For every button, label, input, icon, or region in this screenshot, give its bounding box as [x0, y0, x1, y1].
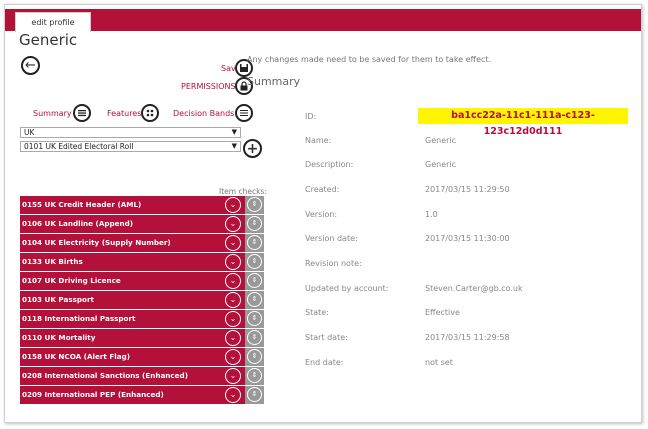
chevron-down-icon[interactable]: ⌄ — [225, 235, 241, 251]
item-check-label: 0208 International Sanctions (Enhanced) — [22, 371, 188, 380]
item-check-row: 0106 UK Landline (Append) ⌄ ⇕ — [20, 215, 264, 234]
item-check-row: 0208 International Sanctions (Enhanced) … — [20, 367, 264, 386]
nav-decision-bands-label[interactable]: Decision Bands — [173, 109, 234, 118]
dataset-select-value: 0101 UK Edited Electoral Roll — [24, 142, 134, 151]
menu-icon[interactable] — [235, 104, 253, 122]
detail-label-created: Created: — [305, 185, 340, 194]
item-check-row: 0158 UK NCOA (Alert Flag) ⌄ ⇕ — [20, 348, 264, 367]
move-button[interactable]: ⇕ — [245, 291, 264, 309]
detail-value-description: Generic — [425, 160, 457, 169]
chevron-down-icon[interactable]: ⌄ — [225, 387, 241, 403]
summary-heading: Summary — [247, 75, 301, 88]
move-button[interactable]: ⇕ — [245, 310, 264, 328]
chevron-down-icon[interactable]: ⌄ — [225, 197, 241, 213]
permissions-label[interactable]: PERMISSIONS — [181, 82, 236, 91]
item-check-label: 0107 UK Driving Licence — [22, 276, 121, 285]
move-icon: ⇕ — [247, 197, 262, 212]
move-button[interactable]: ⇕ — [245, 386, 264, 404]
chevron-down-icon[interactable]: ⌄ — [225, 349, 241, 365]
item-check-label: 0133 UK Births — [22, 257, 83, 266]
chevron-down-icon[interactable]: ⌄ — [225, 330, 241, 346]
detail-label-state: State: — [305, 308, 329, 317]
item-check-row: 0155 UK Credit Header (AML) ⌄ ⇕ — [20, 196, 264, 215]
move-button[interactable]: ⇕ — [245, 253, 264, 271]
detail-value-id: ba1cc22a-11c1-111a-c123-123c12d0d111 — [418, 108, 628, 137]
chevron-down-icon[interactable]: ⌄ — [225, 273, 241, 289]
move-icon: ⇕ — [247, 292, 262, 307]
item-check-row: 0133 UK Births ⌄ ⇕ — [20, 253, 264, 272]
item-check-label: 0104 UK Electricity (Supply Number) — [22, 238, 171, 247]
detail-value-version: 1.0 — [425, 210, 438, 219]
item-check-label: 0103 UK Passport — [22, 295, 94, 304]
move-icon: ⇕ — [247, 216, 262, 231]
move-button[interactable]: ⇕ — [245, 196, 264, 214]
features-icon[interactable] — [141, 104, 159, 122]
item-check-row: 0110 UK Mortality ⌄ ⇕ — [20, 329, 264, 348]
save-note: Any changes made need to be saved for th… — [247, 55, 492, 64]
back-arrow-icon[interactable]: ← — [21, 56, 40, 75]
chevron-down-icon[interactable]: ⌄ — [225, 368, 241, 384]
item-checks-list: 0155 UK Credit Header (AML) ⌄ ⇕ 0106 UK … — [20, 196, 264, 405]
detail-value-end-date: not set — [425, 358, 453, 367]
detail-value-name: Generic — [425, 136, 457, 145]
move-icon: ⇕ — [247, 330, 262, 345]
page-title: Generic — [19, 31, 78, 49]
move-button[interactable]: ⇕ — [245, 367, 264, 385]
chevron-down-icon[interactable]: ⌄ — [225, 292, 241, 308]
item-check-label: 0209 International PEP (Enhanced) — [22, 390, 164, 399]
item-check-row: 0104 UK Electricity (Supply Number) ⌄ ⇕ — [20, 234, 264, 253]
nav-features-label[interactable]: Features — [107, 109, 141, 118]
add-icon[interactable]: + — [243, 139, 262, 158]
chevron-down-icon[interactable]: ⌄ — [225, 254, 241, 270]
detail-value-version-date: 2017/03/15 11:30:00 — [425, 234, 510, 243]
item-check-label: 0118 International Passport — [22, 314, 136, 323]
item-check-label: 0110 UK Mortality — [22, 333, 96, 342]
move-icon: ⇕ — [247, 273, 262, 288]
move-icon: ⇕ — [247, 235, 262, 250]
dropdown-arrow-icon: ▼ — [231, 128, 237, 136]
tab-edit-profile[interactable]: edit profile — [15, 12, 91, 32]
move-icon: ⇕ — [247, 387, 262, 402]
list-icon[interactable] — [73, 104, 91, 122]
move-button[interactable]: ⇕ — [245, 215, 264, 233]
move-icon: ⇕ — [247, 311, 262, 326]
item-check-label: 0155 UK Credit Header (AML) — [22, 200, 142, 209]
detail-label-revision-note: Revision note: — [305, 259, 362, 268]
country-select[interactable]: UK ▼ — [20, 127, 241, 138]
move-button[interactable]: ⇕ — [245, 234, 264, 252]
app-frame: edit profile Generic ← Save PERMISSIONS … — [4, 4, 642, 423]
top-bar: edit profile — [5, 9, 641, 32]
nav-summary-label[interactable]: Summary — [33, 109, 72, 118]
detail-label-description: Description: — [305, 160, 354, 169]
detail-label-updated-by: Updated by account: — [305, 284, 389, 293]
item-check-row: 0209 International PEP (Enhanced) ⌄ ⇕ — [20, 386, 264, 405]
detail-value-start-date: 2017/03/15 11:29:58 — [425, 333, 510, 342]
chevron-down-icon[interactable]: ⌄ — [225, 311, 241, 327]
detail-label-id: ID: — [305, 112, 317, 121]
detail-label-start-date: Start date: — [305, 333, 348, 342]
move-button[interactable]: ⇕ — [245, 272, 264, 290]
item-check-row: 0103 UK Passport ⌄ ⇕ — [20, 291, 264, 310]
move-icon: ⇕ — [247, 349, 262, 364]
item-check-row: 0107 UK Driving Licence ⌄ ⇕ — [20, 272, 264, 291]
detail-label-version: Version: — [305, 210, 338, 219]
country-select-value: UK — [24, 128, 35, 137]
item-checks-label: Item checks: — [219, 187, 267, 196]
item-check-label: 0158 UK NCOA (Alert Flag) — [22, 352, 131, 361]
dropdown-arrow-icon: ▼ — [231, 142, 237, 150]
move-icon: ⇕ — [247, 254, 262, 269]
detail-label-end-date: End date: — [305, 358, 344, 367]
dataset-select[interactable]: 0101 UK Edited Electoral Roll ▼ — [20, 141, 241, 152]
move-button[interactable]: ⇕ — [245, 348, 264, 366]
detail-label-version-date: Version date: — [305, 234, 358, 243]
move-button[interactable]: ⇕ — [245, 329, 264, 347]
detail-value-state: Effective — [425, 308, 460, 317]
detail-value-updated-by: Steven.Carter@gb.co.uk — [425, 284, 523, 293]
item-check-row: 0118 International Passport ⌄ ⇕ — [20, 310, 264, 329]
item-check-label: 0106 UK Landline (Append) — [22, 219, 134, 228]
chevron-down-icon[interactable]: ⌄ — [225, 216, 241, 232]
detail-value-created: 2017/03/15 11:29:50 — [425, 185, 510, 194]
detail-label-name: Name: — [305, 136, 332, 145]
move-icon: ⇕ — [247, 368, 262, 383]
